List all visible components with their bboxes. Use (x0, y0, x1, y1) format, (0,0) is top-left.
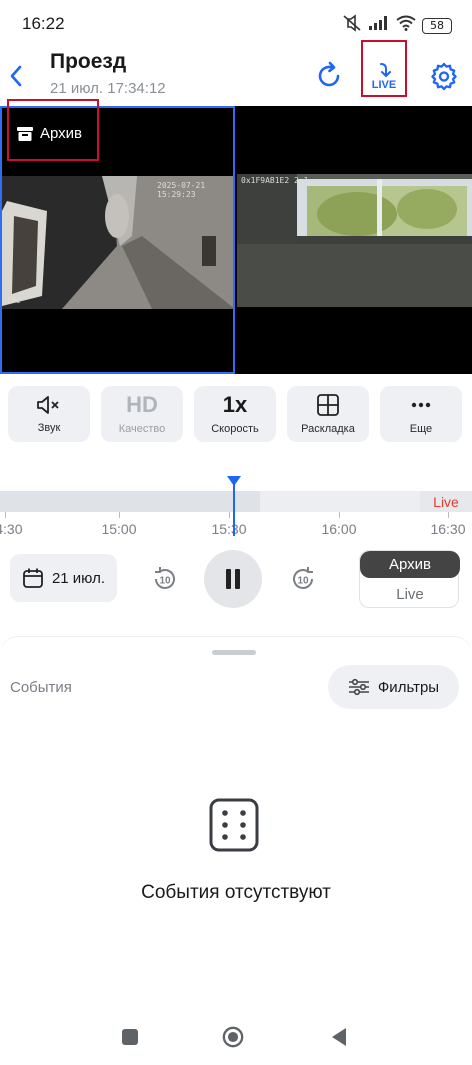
mode-live-button[interactable]: Live (360, 581, 460, 608)
camera-corner-label: IPC (6, 296, 21, 305)
grid-icon (317, 394, 339, 416)
rewind-seconds: 10 (159, 576, 171, 587)
system-nav-bar (0, 1008, 472, 1065)
timeline-tick-label: 15:30 (211, 521, 247, 537)
signal-icon (368, 15, 390, 36)
sliders-icon (348, 678, 369, 696)
speed-button[interactable]: 1x Скорость (194, 386, 276, 442)
triangle-back-icon (332, 1028, 346, 1046)
sound-label: Звук (37, 422, 61, 434)
calendar-icon (23, 568, 43, 588)
timeline-tick-label: 15:00 (101, 521, 137, 537)
pause-button[interactable] (204, 550, 262, 608)
page-title: Проезд (50, 50, 127, 73)
sheet-drag-handle[interactable] (212, 650, 256, 655)
camera-timestamp: 2025-07-21 15:29:23 (157, 181, 206, 199)
forward-10-icon: 10 (293, 567, 313, 589)
chevron-left-icon (10, 65, 22, 87)
mode-archive-button[interactable]: Архив (360, 551, 460, 578)
square-icon (122, 1029, 138, 1045)
timeline[interactable]: Live 14:30 15:00 15:30 16:00 16:30 (0, 476, 472, 537)
hd-glyph: HD (126, 392, 158, 417)
filters-label: Фильтры (377, 678, 440, 696)
nav-back-button[interactable] (328, 1026, 350, 1048)
timeline-live-label[interactable]: Live (420, 491, 472, 512)
date-picker-button[interactable]: 21 июл. (10, 554, 117, 602)
muted-icon (342, 14, 362, 37)
timeline-tick-label: 14:30 (0, 521, 23, 537)
rewind-button[interactable]: 10 (150, 564, 180, 594)
camera-view-right[interactable]: 0x1F9AB1E2 2:1 (237, 106, 472, 374)
forward-seconds: 10 (297, 576, 309, 587)
more-icon (411, 402, 431, 408)
date-label: 21 июл. (51, 569, 106, 587)
tick-mark (5, 512, 6, 518)
top-app-bar: Проезд 21 июл. 17:34:12 LIVE (0, 40, 472, 104)
filters-button[interactable]: Фильтры (328, 665, 459, 709)
layout-label: Раскладка (301, 423, 355, 435)
empty-events-text: События отсутствуют (141, 882, 331, 903)
settings-button[interactable] (422, 54, 466, 98)
sound-button[interactable]: Звук (8, 386, 90, 442)
forward-button[interactable]: 10 (288, 564, 318, 594)
refresh-icon (318, 61, 340, 87)
nav-recents-button[interactable] (119, 1026, 141, 1048)
pause-icon (226, 569, 240, 589)
circle-home-icon (222, 1026, 244, 1048)
timeline-tick-label: 16:00 (321, 521, 357, 537)
page-subtitle: 21 июл. 17:34:12 (50, 80, 166, 97)
events-title: События (10, 679, 72, 696)
rewind-10-icon: 10 (155, 567, 175, 589)
status-time: 16:22 (22, 14, 65, 33)
refresh-button[interactable] (307, 54, 351, 98)
quality-label: Качество (118, 423, 166, 435)
dice-grid-icon (209, 798, 259, 852)
timeline-cursor[interactable] (233, 480, 235, 536)
back-button[interactable] (6, 58, 26, 94)
camera-frame-window (237, 174, 472, 307)
more-button[interactable]: Еще (380, 386, 462, 442)
speed-label: Скорость (211, 423, 259, 435)
quality-button[interactable]: HD Качество (101, 386, 183, 442)
camera-timestamp-right: 0x1F9AB1E2 2:1 (241, 176, 309, 185)
nav-home-button[interactable] (222, 1026, 244, 1048)
highlight-frame-archive (7, 99, 99, 161)
timeline-recorded-segment (0, 491, 260, 512)
timeline-tick-label: 16:30 (430, 521, 466, 537)
events-sheet: События Фильтры События отсутствуют (0, 636, 472, 1006)
speed-glyph: 1x (222, 392, 248, 417)
gear-icon (431, 62, 457, 91)
tick-mark (119, 512, 120, 518)
video-grid: Архив 2025-07-21 15:29:23 IPC 0x1F9AB1E2… (0, 99, 472, 374)
status-icons: 58 (342, 14, 452, 37)
more-label: Еще (409, 423, 433, 435)
mode-toggle: Архив Live (359, 550, 460, 608)
wifi-icon (396, 15, 416, 36)
layout-button[interactable]: Раскладка (287, 386, 369, 442)
speaker-muted-icon (37, 396, 59, 414)
tick-mark (339, 512, 340, 518)
tick-mark (448, 512, 449, 518)
battery-icon: 58 (422, 17, 452, 34)
tick-mark (229, 512, 230, 518)
timeline-cursor-handle[interactable] (227, 476, 241, 486)
playback-row: 21 июл. 10 10 Архив Live (0, 548, 472, 612)
player-controls: Звук HD Качество 1x Скорость Раскладка Е… (0, 384, 472, 444)
highlight-frame-live (361, 40, 407, 97)
empty-events-icon (208, 797, 260, 858)
